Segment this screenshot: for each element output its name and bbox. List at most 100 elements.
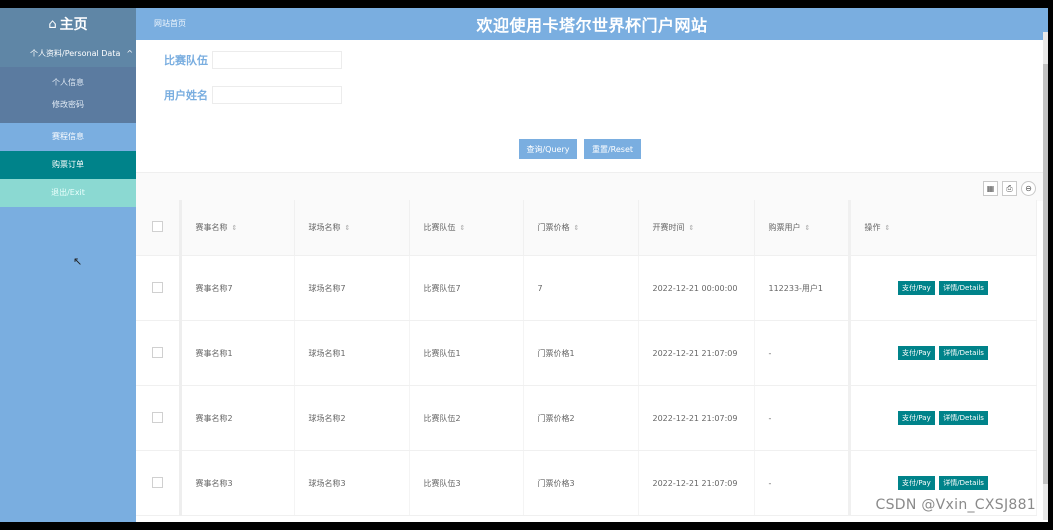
- sidebar-item-change-password[interactable]: 修改密码: [0, 94, 136, 116]
- orders-table-wrapper: 赛事名称 ⇕ 球场名称 ⇕ 比赛队伍 ⇕ 门票价格 ⇕ 开赛时间 ⇕ 购票用户 ⇕ 操作 ⇕ …: [136, 200, 1048, 522]
- details-button[interactable]: 详情/Details: [939, 476, 988, 490]
- sidebar-item-exit[interactable]: 退出/Exit: [0, 179, 136, 207]
- table-row: 赛事名称1 球场名称1 比赛队伍1 门票价格1 2022-12-21 21:07…: [136, 320, 1037, 386]
- home-icon: ⌂: [48, 16, 57, 32]
- table-row: 赛事名称7 球场名称7 比赛队伍7 7 2022-12-21 00:00:00 …: [136, 255, 1037, 321]
- table-cell: 赛事名称1: [180, 320, 295, 386]
- row-select-cell: [136, 450, 182, 516]
- reset-button[interactable]: 重置/Reset: [584, 139, 641, 159]
- select-all-checkbox[interactable]: [152, 221, 163, 232]
- table-cell: 比赛队伍2: [409, 385, 524, 451]
- sort-icon[interactable]: ⇕: [689, 224, 695, 232]
- column-header[interactable]: 操作 ⇕: [847, 200, 1037, 256]
- app-window: ⌂ 主页 网站首页 欢迎使用卡塔尔世界杯门户网站 个人资料/Personal D…: [0, 8, 1048, 522]
- table-cell: 2022-12-21 21:07:09: [638, 385, 755, 451]
- row-select-cell: [136, 385, 182, 451]
- main-content: 比赛队伍 用户姓名 查询/Query 重置/Reset ▦ ⎙ ⊖ 赛事名称 ⇕…: [136, 40, 1048, 522]
- row-actions: 支付/Pay 详情/Details: [847, 320, 1037, 386]
- user-input[interactable]: [212, 86, 342, 104]
- select-all-cell: [136, 200, 182, 256]
- sidebar-item-personal-info[interactable]: 个人信息: [0, 72, 136, 94]
- details-button[interactable]: 详情/Details: [939, 346, 988, 360]
- column-header-label: 比赛队伍: [423, 223, 456, 232]
- table-cell: 球场名称7: [294, 255, 410, 321]
- sort-icon[interactable]: ⇕: [460, 224, 466, 232]
- table-cell: -: [754, 385, 850, 451]
- row-checkbox[interactable]: [152, 281, 163, 293]
- table-cell: 赛事名称7: [180, 255, 295, 321]
- table-cell: 2022-12-21 00:00:00: [638, 255, 755, 321]
- pay-button[interactable]: 支付/Pay: [898, 346, 935, 360]
- table-body: 赛事名称7 球场名称7 比赛队伍7 7 2022-12-21 00:00:00 …: [136, 255, 1037, 516]
- column-header[interactable]: 门票价格 ⇕: [523, 200, 639, 256]
- column-header-label: 购票用户: [768, 223, 801, 232]
- table-cell: 112233-用户1: [754, 255, 850, 321]
- orders-table: 赛事名称 ⇕ 球场名称 ⇕ 比赛队伍 ⇕ 门票价格 ⇕ 开赛时间 ⇕ 购票用户 ⇕ 操作 ⇕ …: [136, 200, 1037, 516]
- query-button[interactable]: 查询/Query: [519, 139, 577, 159]
- sidebar-item-schedule[interactable]: 赛程信息: [0, 123, 136, 151]
- column-header[interactable]: 赛事名称 ⇕: [180, 200, 295, 256]
- column-header-label: 赛事名称: [195, 223, 228, 232]
- row-checkbox[interactable]: [152, 411, 163, 423]
- table-cell: 球场名称1: [294, 320, 410, 386]
- sort-icon[interactable]: ⇕: [345, 224, 351, 232]
- row-select-cell: [136, 320, 182, 386]
- top-header: ⌂ 主页 网站首页 欢迎使用卡塔尔世界杯门户网站: [0, 8, 1048, 40]
- row-select-cell: [136, 255, 182, 321]
- column-header[interactable]: 球场名称 ⇕: [294, 200, 410, 256]
- sort-icon[interactable]: ⇕: [805, 224, 811, 232]
- table-cell: 2022-12-21 21:07:09: [638, 320, 755, 386]
- pay-button[interactable]: 支付/Pay: [898, 411, 935, 425]
- details-button[interactable]: 详情/Details: [939, 281, 988, 295]
- table-cell: -: [754, 320, 850, 386]
- columns-icon[interactable]: ▦: [983, 181, 998, 196]
- row-checkbox[interactable]: [152, 346, 163, 358]
- table-cell: 比赛队伍7: [409, 255, 524, 321]
- details-button[interactable]: 详情/Details: [939, 411, 988, 425]
- watermark: CSDN @Vxin_CXSJ881: [875, 497, 1036, 513]
- column-header-label: 球场名称: [308, 223, 341, 232]
- sidebar: 个人资料/Personal Data ^ 个人信息 修改密码 赛程信息 购票订单…: [0, 40, 136, 522]
- column-header[interactable]: 比赛队伍 ⇕: [409, 200, 524, 256]
- home-link[interactable]: ⌂ 主页: [0, 8, 136, 40]
- table-cell: 比赛队伍3: [409, 450, 524, 516]
- table-cell: 赛事名称2: [180, 385, 295, 451]
- row-actions: 支付/Pay 详情/Details: [847, 385, 1037, 451]
- table-cell: -: [754, 450, 850, 516]
- sidebar-item-ticket-orders[interactable]: 购票订单: [0, 151, 136, 179]
- row-checkbox[interactable]: [152, 476, 163, 488]
- table-header-row: 赛事名称 ⇕ 球场名称 ⇕ 比赛队伍 ⇕ 门票价格 ⇕ 开赛时间 ⇕ 购票用户 ⇕ 操作 ⇕: [136, 200, 1037, 256]
- table-cell: 比赛队伍1: [409, 320, 524, 386]
- column-header-label: 操作: [864, 223, 881, 232]
- table-toolbar: ▦ ⎙ ⊖: [136, 172, 1048, 201]
- row-actions: 支付/Pay 详情/Details: [847, 255, 1037, 321]
- sort-icon[interactable]: ⇕: [885, 224, 891, 232]
- print-icon[interactable]: ⎙: [1002, 181, 1017, 196]
- table-row: 赛事名称2 球场名称2 比赛队伍2 门票价格2 2022-12-21 21:07…: [136, 385, 1037, 451]
- pay-button[interactable]: 支付/Pay: [898, 476, 935, 490]
- scrollbar-thumb[interactable]: [1043, 64, 1048, 484]
- table-cell: 门票价格3: [523, 450, 639, 516]
- chevron-up-icon: ^: [126, 49, 134, 58]
- search-row-team: 比赛队伍: [164, 50, 342, 70]
- table-cell: 门票价格1: [523, 320, 639, 386]
- pay-button[interactable]: 支付/Pay: [898, 281, 935, 295]
- sidebar-submenu: 个人信息 修改密码: [0, 67, 136, 123]
- column-header[interactable]: 购票用户 ⇕: [754, 200, 850, 256]
- search-row-user: 用户姓名: [164, 85, 342, 105]
- sidebar-group-personal-data[interactable]: 个人资料/Personal Data ^: [0, 40, 136, 67]
- sort-icon[interactable]: ⇕: [574, 224, 580, 232]
- sidebar-group-label: 个人资料/Personal Data: [30, 49, 121, 58]
- team-input[interactable]: [212, 51, 342, 69]
- sort-icon[interactable]: ⇕: [232, 224, 238, 232]
- column-header-label: 门票价格: [537, 223, 570, 232]
- team-label: 比赛队伍: [164, 54, 208, 67]
- home-label: 主页: [59, 17, 88, 33]
- table-cell: 球场名称3: [294, 450, 410, 516]
- column-header[interactable]: 开赛时间 ⇕: [638, 200, 755, 256]
- column-header-label: 开赛时间: [652, 223, 685, 232]
- export-icon[interactable]: ⊖: [1021, 181, 1036, 196]
- table-cell: 球场名称2: [294, 385, 410, 451]
- mouse-cursor-icon: ↖: [73, 255, 83, 268]
- table-cell: 门票价格2: [523, 385, 639, 451]
